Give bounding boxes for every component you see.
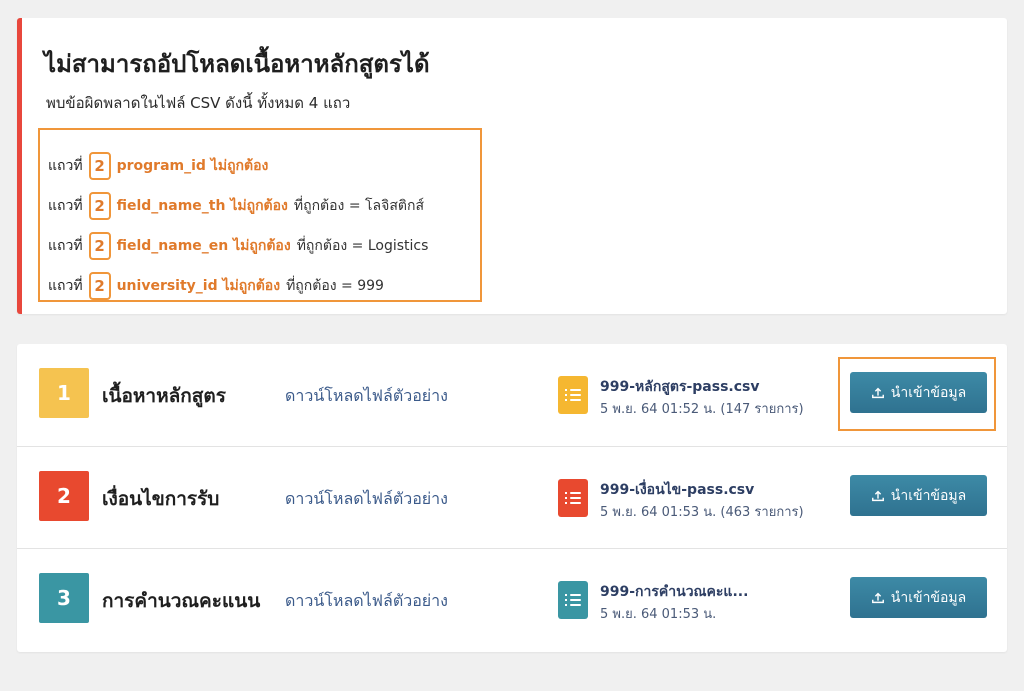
file-name: 999-การคำนวณคะแ... <box>600 584 749 600</box>
step-name: เนื้อหาหลักสูตร <box>102 385 226 407</box>
error-list: แถวที่ 2 program_id ไม่ถูกต้อง แถวที่ 2 … <box>38 128 482 302</box>
download-sample-link[interactable]: ดาวน์โหลดไฟล์ตัวอย่าง <box>285 589 448 614</box>
import-button[interactable]: นำเข้าข้อมูล <box>850 577 987 618</box>
row-prefix: แถวที่ <box>48 278 83 294</box>
file-list-icon <box>558 376 588 414</box>
import-button-label: นำเข้าข้อมูล <box>890 384 967 401</box>
upload-icon <box>871 387 884 398</box>
row-number-badge: 2 <box>88 232 111 260</box>
step-badge: 3 <box>39 573 89 623</box>
upload-row-scoring: 3 การคำนวณคะแนน ดาวน์โหลดไฟล์ตัวอย่าง 99… <box>17 548 1007 650</box>
row-prefix: แถวที่ <box>48 158 83 174</box>
import-button[interactable]: นำเข้าข้อมูล <box>850 475 987 516</box>
download-sample-link[interactable]: ดาวน์โหลดไฟล์ตัวอย่าง <box>285 487 448 512</box>
error-field: field_name_th ไม่ถูกต้อง <box>116 198 288 214</box>
step-badge: 1 <box>39 368 89 418</box>
expected-value: ที่ถูกต้อง = 999 <box>286 278 384 294</box>
import-button-label: นำเข้าข้อมูล <box>890 487 967 504</box>
upload-row-curriculum: 1 เนื้อหาหลักสูตร ดาวน์โหลดไฟล์ตัวอย่าง … <box>17 344 1007 446</box>
step-name: การคำนวณคะแนน <box>102 590 261 612</box>
error-row: แถวที่ 2 field_name_en ไม่ถูกต้อง ที่ถูก… <box>48 226 480 266</box>
row-prefix: แถวที่ <box>48 198 83 214</box>
error-field: program_id ไม่ถูกต้อง <box>116 158 269 174</box>
error-card: ไม่สามารถอัปโหลดเนื้อหาหลักสูตรได้ พบข้อ… <box>17 18 1007 314</box>
step-name: เงื่อนไขการรับ <box>102 488 220 510</box>
import-button[interactable]: นำเข้าข้อมูล <box>850 372 987 413</box>
step-badge: 2 <box>39 471 89 521</box>
error-field: university_id ไม่ถูกต้อง <box>116 278 281 294</box>
row-prefix: แถวที่ <box>48 238 83 254</box>
upload-icon <box>871 592 884 603</box>
file-list-icon <box>558 479 588 517</box>
error-field: field_name_en ไม่ถูกต้อง <box>116 238 291 254</box>
import-button-label: นำเข้าข้อมูล <box>890 589 967 606</box>
file-name: 999-เงื่อนไข-pass.csv <box>600 482 755 498</box>
file-meta: 5 พ.ย. 64 01:52 น. (147 รายการ) <box>600 402 804 417</box>
error-row: แถวที่ 2 program_id ไม่ถูกต้อง <box>48 146 480 186</box>
file-meta: 5 พ.ย. 64 01:53 น. (463 รายการ) <box>600 505 804 520</box>
error-title: ไม่สามารถอัปโหลดเนื้อหาหลักสูตรได้ <box>44 50 430 78</box>
upload-card: 1 เนื้อหาหลักสูตร ดาวน์โหลดไฟล์ตัวอย่าง … <box>17 344 1007 652</box>
upload-icon <box>871 490 884 501</box>
error-row: แถวที่ 2 field_name_th ไม่ถูกต้อง ที่ถูก… <box>48 186 480 226</box>
row-number-badge: 2 <box>88 192 111 220</box>
row-number-badge: 2 <box>88 272 111 300</box>
error-subtitle: พบข้อผิดพลาดในไฟล์ CSV ดังนี้ ทั้งหมด 4 … <box>46 94 351 112</box>
expected-value: ที่ถูกต้อง = โลจิสติกส์ <box>293 198 424 214</box>
expected-value: ที่ถูกต้อง = Logistics <box>296 238 429 254</box>
download-sample-link[interactable]: ดาวน์โหลดไฟล์ตัวอย่าง <box>285 384 448 409</box>
file-list-icon <box>558 581 588 619</box>
file-meta: 5 พ.ย. 64 01:53 น. <box>600 607 717 622</box>
row-number-badge: 2 <box>88 152 111 180</box>
file-name: 999-หลักสูตร-pass.csv <box>600 379 760 395</box>
upload-row-conditions: 2 เงื่อนไขการรับ ดาวน์โหลดไฟล์ตัวอย่าง 9… <box>17 446 1007 548</box>
error-row: แถวที่ 2 university_id ไม่ถูกต้อง ที่ถูก… <box>48 266 480 306</box>
